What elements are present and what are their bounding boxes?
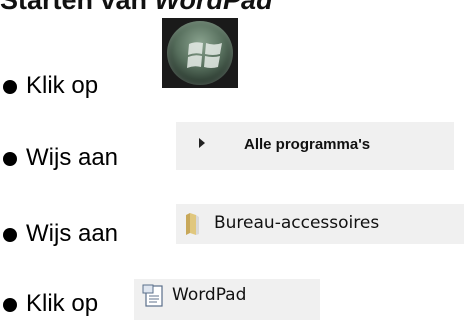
menu-item-accessories[interactable]: Bureau-accessoires (176, 204, 464, 244)
triangle-right-icon (199, 138, 205, 148)
bullet (3, 298, 17, 312)
menu-item-wordpad[interactable]: WordPad (134, 279, 320, 320)
folder-icon (186, 213, 199, 235)
start-button[interactable] (162, 18, 238, 88)
step-text: Wijs aan (26, 220, 119, 247)
title-app-name: WordPad (154, 0, 273, 15)
menu-label: Bureau-accessoires (214, 213, 380, 233)
menu-label: Alle programma's (244, 136, 371, 153)
slide-title: Starten van WordPad (0, 0, 273, 16)
instruction-slide: Starten van WordPad Klik op Wijs aan All… (0, 0, 468, 320)
bullet (3, 228, 17, 242)
windows-orb-icon (167, 21, 233, 85)
menu-item-all-programs[interactable]: Alle programma's (176, 122, 454, 170)
step-text: Klik op (26, 72, 99, 99)
step-text: Wijs aan (26, 144, 119, 171)
windows-logo-icon (187, 42, 222, 68)
menu-label: WordPad (172, 285, 247, 305)
title-prefix: Starten van (0, 0, 155, 15)
bullet (3, 80, 17, 94)
bullet (3, 152, 17, 166)
step-text: Klik op (26, 290, 99, 317)
wordpad-icon (142, 284, 163, 307)
